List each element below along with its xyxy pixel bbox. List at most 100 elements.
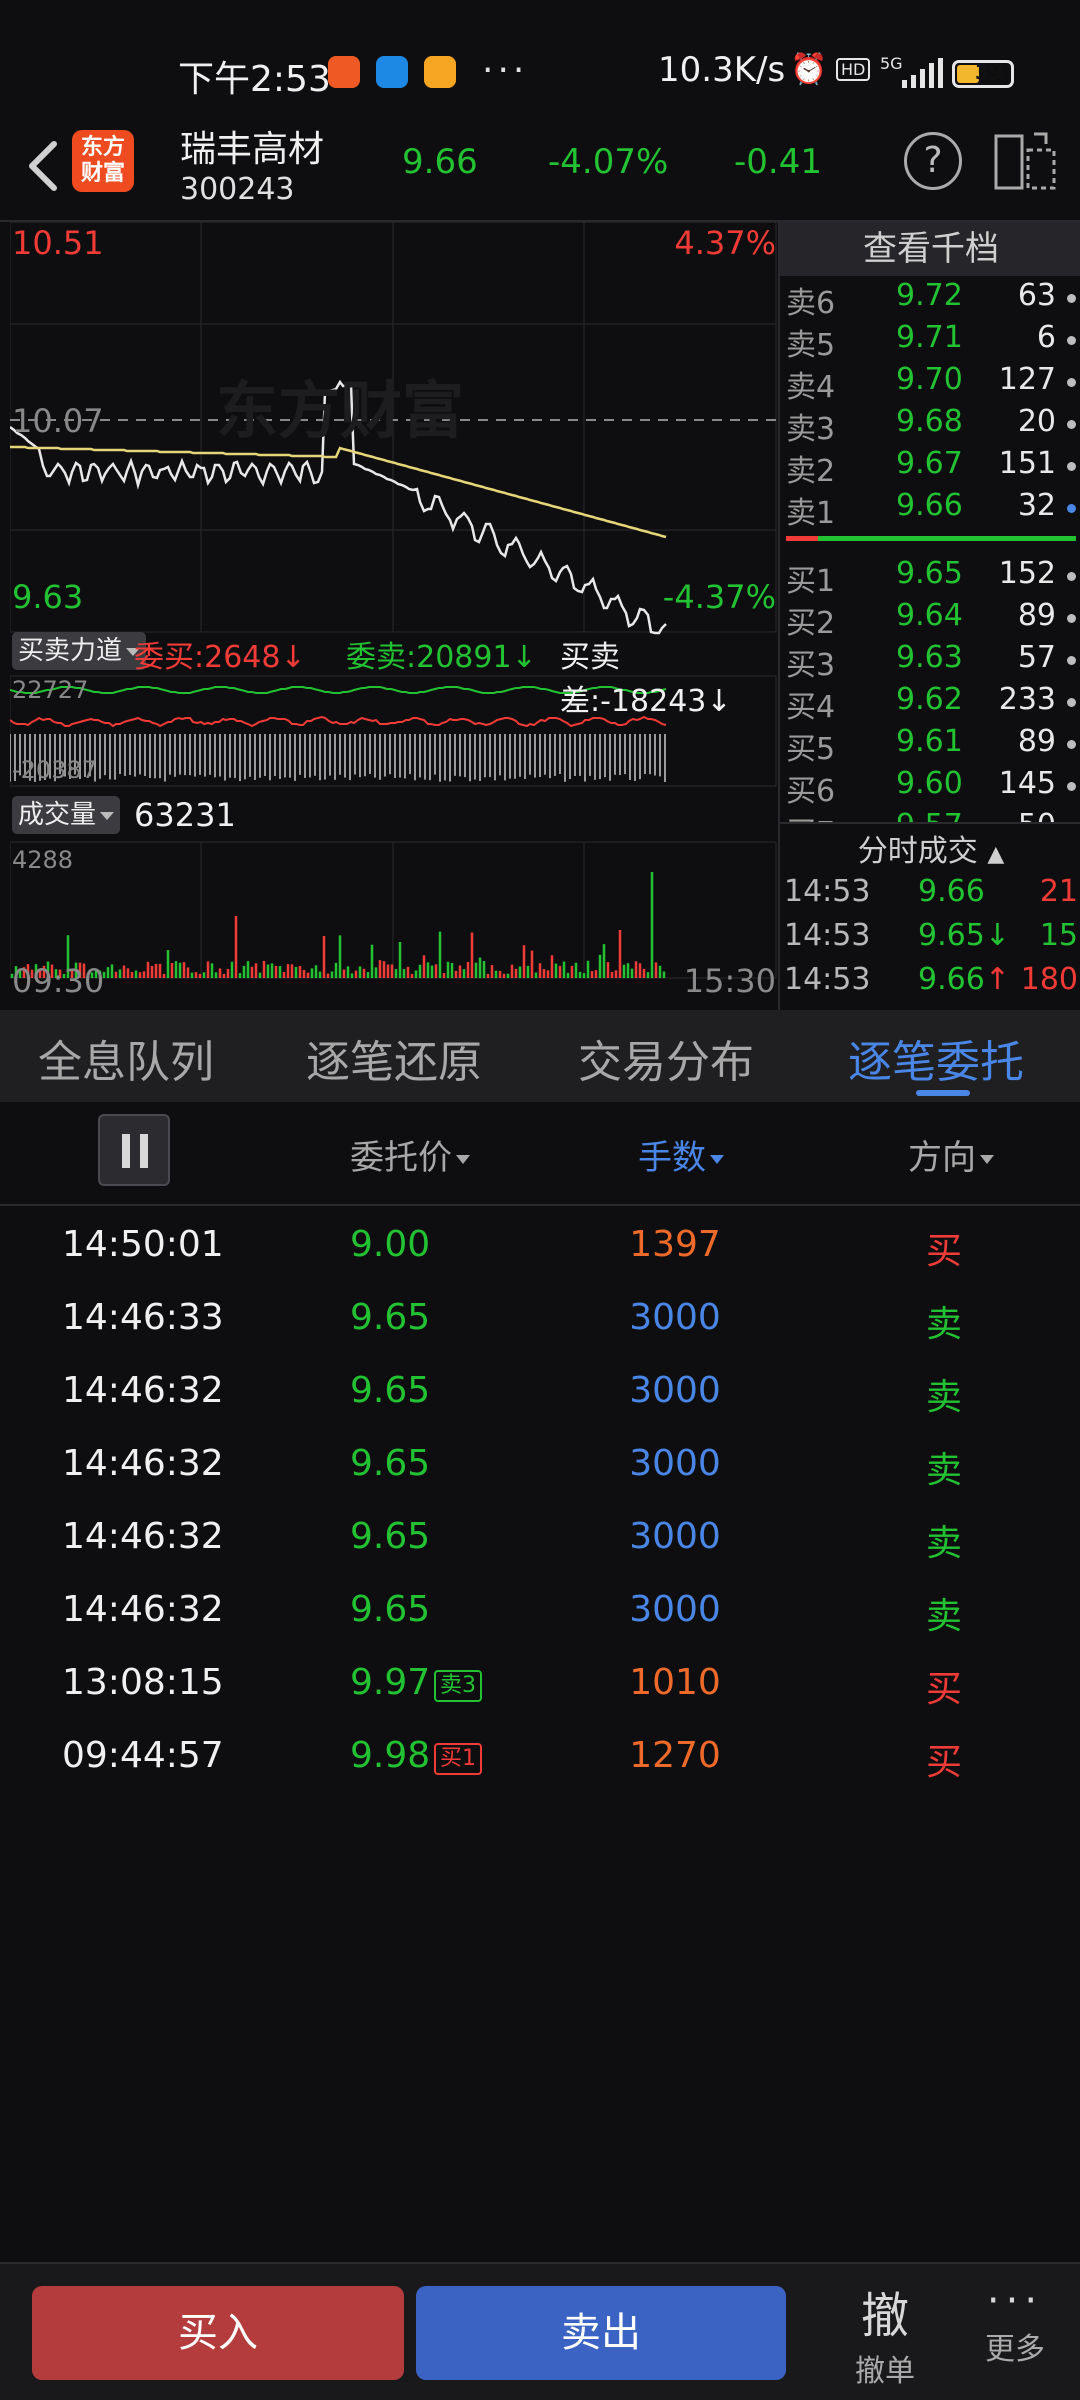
trade-time: 14:53 [784, 874, 871, 909]
ask-price: 9.70 [896, 362, 963, 397]
time-end: 15:30 [683, 962, 776, 1000]
tab-tick-restore[interactable]: 逐笔还原 [306, 1026, 482, 1090]
commission-buy: 委买:2648↓ [134, 640, 306, 675]
more-button[interactable]: ··· 更多 [960, 2274, 1070, 2392]
trade-price: 9.66 [918, 874, 985, 909]
order-direction: 卖 [926, 1304, 963, 1345]
order-quantity: 1397 [629, 1224, 721, 1265]
caret-down-icon [456, 1155, 470, 1164]
list-item[interactable]: 09:44:57 9.98 买1 1270 买 [0, 1719, 1080, 1792]
sort-by-price[interactable]: 委托价 [350, 1130, 470, 1179]
order-time: 14:46:33 [62, 1297, 224, 1338]
more-label: 更多 [985, 2332, 1045, 2367]
bid-row-7[interactable]: 买7 9.57 50 [780, 808, 1080, 822]
alarm-icon: ⏰ [790, 52, 828, 87]
tab-order-by-order[interactable]: 逐笔委托 [848, 1026, 1024, 1090]
bid-price: 9.63 [896, 640, 963, 675]
tab-trade-distribution[interactable]: 交易分布 [578, 1026, 754, 1090]
ask-price: 9.71 [896, 320, 963, 355]
hd-icon: HD [836, 58, 871, 81]
pause-icon [122, 1134, 130, 1168]
commission-spread-value: 买卖差:-18243 [560, 640, 707, 719]
cancel-order-button[interactable]: 撤 撤单 [830, 2274, 940, 2392]
commission-sell-value: 委卖:20891 [346, 640, 512, 675]
ask-label: 卖6 [786, 286, 836, 321]
layout-switch-icon[interactable] [994, 130, 1056, 192]
bid-row-3[interactable]: 买3 9.63 57 [780, 640, 1080, 683]
trade-price: 9.66↑ [918, 962, 1010, 997]
order-level-badge: 卖3 [434, 1670, 482, 1702]
change-percent: -4.07% [548, 142, 669, 182]
sell-button[interactable]: 卖出 [416, 2286, 786, 2380]
bid-row-7-clip: 买7 9.57 50 [780, 808, 1080, 822]
chart-high-price: 10.51 [12, 224, 104, 262]
app-notification-icon [328, 56, 360, 88]
list-item[interactable]: 14:46:32 9.65 3000 卖 [0, 1354, 1080, 1427]
commission-sell: 委卖:20891↓ [346, 640, 537, 675]
trade-price-value: 9.66 [918, 962, 985, 997]
bid-row-6[interactable]: 买6 9.60 145 [780, 766, 1080, 809]
commission-buy-value: 委买:2648 [134, 640, 281, 675]
change-amount: -0.41 [734, 142, 822, 182]
buy-button[interactable]: 买入 [32, 2286, 404, 2380]
bid-row-1[interactable]: 买1 9.65 152 [780, 556, 1080, 599]
order-price: 9.97 [350, 1662, 431, 1703]
sort-by-direction[interactable]: 方向 [908, 1130, 994, 1179]
ask-row-2[interactable]: 卖2 9.67 151 [780, 446, 1080, 489]
bid-volume: 89 [1017, 598, 1056, 633]
pause-icon-bar [140, 1134, 148, 1168]
trade-volume: 21 [1039, 874, 1078, 909]
order-price: 9.65 [350, 1589, 431, 1630]
chart-watermark: 东方财富 [216, 374, 465, 447]
back-icon[interactable] [20, 136, 70, 196]
bid-row-2[interactable]: 买2 9.64 89 [780, 598, 1080, 641]
bid-dot [1067, 656, 1076, 665]
bid-label: 买3 [786, 648, 836, 683]
order-price: 9.00 [350, 1224, 431, 1265]
force-bars [10, 734, 666, 782]
force-min: -20387 [12, 756, 98, 784]
pause-button[interactable] [98, 1114, 170, 1186]
tab-full-queue[interactable]: 全息队列 [38, 1026, 214, 1090]
bid-dot [1067, 740, 1076, 749]
bid-volume: 152 [998, 556, 1056, 591]
time-sales-title[interactable]: 分时成交 ▲ [780, 826, 1080, 870]
orderbook-divider [780, 822, 1080, 824]
direction-column-label: 方向 [908, 1138, 976, 1178]
list-item[interactable]: 13:08:15 9.97 卖3 1010 买 [0, 1646, 1080, 1719]
view-full-depth-button[interactable]: 查看千档 [780, 222, 1080, 276]
ask-volume: 63 [1017, 278, 1056, 313]
ask-label: 卖3 [786, 412, 836, 447]
volume-label: 成交量 [18, 800, 97, 830]
list-item[interactable]: 14:46:32 9.65 3000 卖 [0, 1427, 1080, 1500]
order-level-badge: 买1 [434, 1743, 482, 1775]
force-indicator-selector[interactable]: 买卖力道 [12, 632, 147, 670]
stock-name: 瑞丰高材 [180, 129, 325, 170]
chart-high-percent: 4.37% [674, 224, 776, 262]
ask-row-1[interactable]: 卖1 9.66 32 [780, 488, 1080, 531]
help-icon[interactable]: ? [904, 132, 962, 190]
sort-by-quantity[interactable]: 手数 [638, 1130, 724, 1179]
ask-row-5[interactable]: 卖5 9.71 6 [780, 320, 1080, 363]
ask-dot [1067, 294, 1076, 303]
list-item[interactable]: 14:46:32 9.65 3000 卖 [0, 1500, 1080, 1573]
ask-row-4[interactable]: 卖4 9.70 127 [780, 362, 1080, 405]
list-item[interactable]: 14:50:01 9.00 1397 买 [0, 1208, 1080, 1281]
trade-time: 14:53 [784, 962, 871, 997]
time-start: 09:30 [12, 962, 105, 1000]
ask-volume: 20 [1017, 404, 1056, 439]
bid-row-4[interactable]: 买4 9.62 233 [780, 682, 1080, 725]
ask-price: 9.66 [896, 488, 963, 523]
order-price: 9.65 [350, 1516, 431, 1557]
volume-indicator-selector[interactable]: 成交量 [12, 796, 121, 834]
list-item[interactable]: 14:46:32 9.65 3000 卖 [0, 1573, 1080, 1646]
ask-dot [1067, 378, 1076, 387]
ask-row-6[interactable]: 卖6 9.72 63 [780, 278, 1080, 321]
intraday-chart[interactable]: 10.51 4.37% 10.07 东方财富 9.63 -4.37% 买卖力道 … [10, 222, 778, 1010]
ask-volume: 6 [1036, 320, 1056, 355]
list-item[interactable]: 14:46:33 9.65 3000 卖 [0, 1281, 1080, 1354]
ask-row-3[interactable]: 卖3 9.68 20 [780, 404, 1080, 447]
bid-row-5[interactable]: 买5 9.61 89 [780, 724, 1080, 767]
active-tab-indicator [916, 1090, 970, 1096]
price-column-label: 委托价 [350, 1138, 452, 1178]
